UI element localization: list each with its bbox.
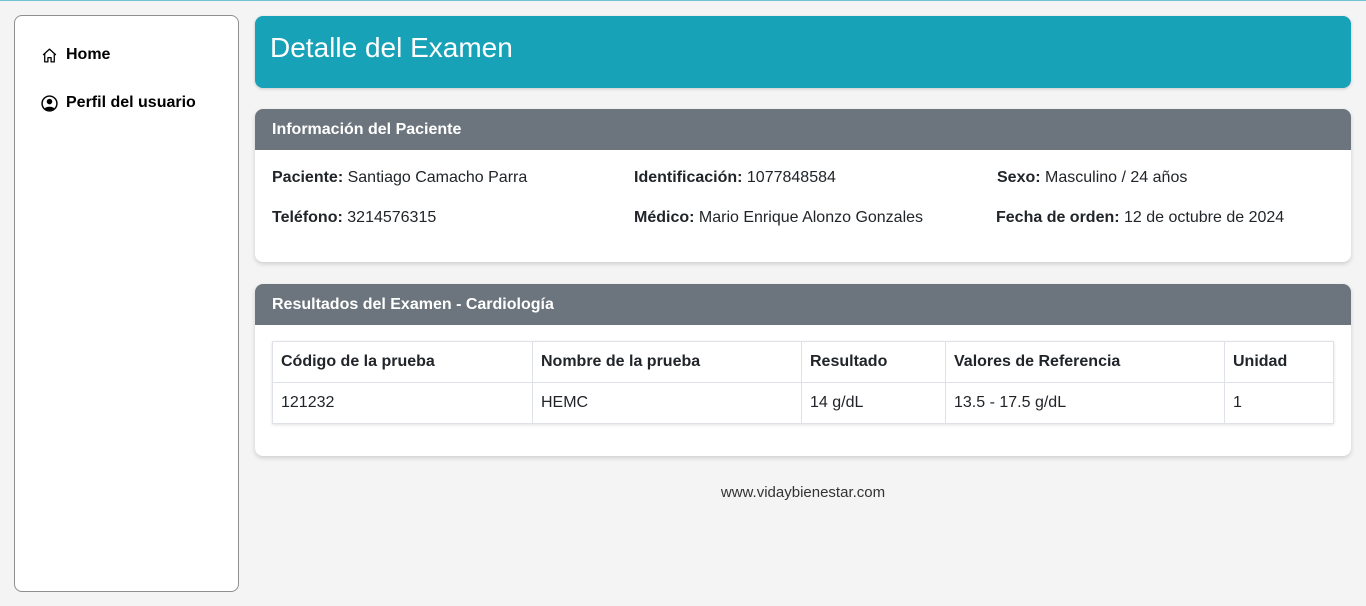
patient-name-field: Paciente: Santiago Camacho Parra [272, 169, 527, 187]
column-header: Código de la prueba [272, 341, 533, 383]
patient-info-grid: Paciente: Santiago Camacho Parra Identif… [255, 150, 1351, 262]
patient-info-card: Información del Paciente Paciente: Santi… [255, 109, 1351, 262]
patient-sex-field: Sexo: Masculino / 24 años [997, 169, 1187, 187]
sidebar-item-home[interactable]: Home [41, 44, 238, 66]
patient-id-field: Identificación: 1077848584 [634, 169, 836, 187]
field-value: Santiago Camacho Parra [347, 169, 528, 186]
field-value: 1077848584 [746, 169, 836, 186]
field-value: 3214576315 [347, 209, 437, 226]
field-label: Teléfono: [272, 209, 343, 226]
results-table: Código de la prueba Nombre de la prueba … [272, 341, 1334, 424]
table-cell: 13.5 - 17.5 g/dL [945, 382, 1225, 424]
top-border [0, 0, 1366, 1]
sidebar-item-label: Perfil del usuario [66, 94, 196, 111]
field-label: Médico: [634, 209, 695, 226]
patient-phone-field: Teléfono: 3214576315 [272, 209, 436, 227]
column-header: Nombre de la prueba [532, 341, 802, 383]
results-title: Resultados del Examen - Cardiología [255, 284, 1351, 325]
home-icon [42, 47, 57, 63]
field-value: 12 de octubre de 2024 [1124, 209, 1285, 226]
table-row: 121232 HEMC 14 g/dL 13.5 - 17.5 g/dL 1 [272, 382, 1334, 424]
table-cell: 121232 [272, 382, 533, 424]
results-card: Resultados del Examen - Cardiología Códi… [255, 284, 1351, 456]
order-date-field: Fecha de orden: 12 de octubre de 2024 [996, 209, 1284, 227]
field-value: Masculino / 24 años [1045, 169, 1188, 186]
field-label: Fecha de orden: [996, 209, 1120, 226]
footer-url: www.vidaybienestar.com [720, 484, 886, 501]
field-label: Identificación: [634, 169, 743, 186]
column-header: Valores de Referencia [945, 341, 1225, 383]
field-label: Sexo: [997, 169, 1041, 186]
table-cell: HEMC [532, 382, 802, 424]
user-circle-icon [41, 94, 58, 112]
page-title: Detalle del Examen [270, 32, 513, 63]
column-header: Resultado [801, 341, 946, 383]
patient-info-title: Información del Paciente [255, 109, 1351, 150]
page-header: Detalle del Examen [255, 16, 1351, 88]
table-header-row: Código de la prueba Nombre de la prueba … [272, 341, 1334, 383]
table-cell: 1 [1224, 382, 1334, 424]
column-header: Unidad [1224, 341, 1334, 383]
field-value: Mario Enrique Alonzo Gonzales [698, 209, 924, 226]
doctor-field: Médico: Mario Enrique Alonzo Gonzales [634, 209, 923, 227]
sidebar: Home Perfil del usuario [14, 15, 239, 592]
sidebar-item-profile[interactable]: Perfil del usuario [41, 92, 238, 114]
sidebar-item-label: Home [66, 46, 111, 63]
table-cell: 14 g/dL [801, 382, 946, 424]
field-label: Paciente: [272, 169, 344, 186]
